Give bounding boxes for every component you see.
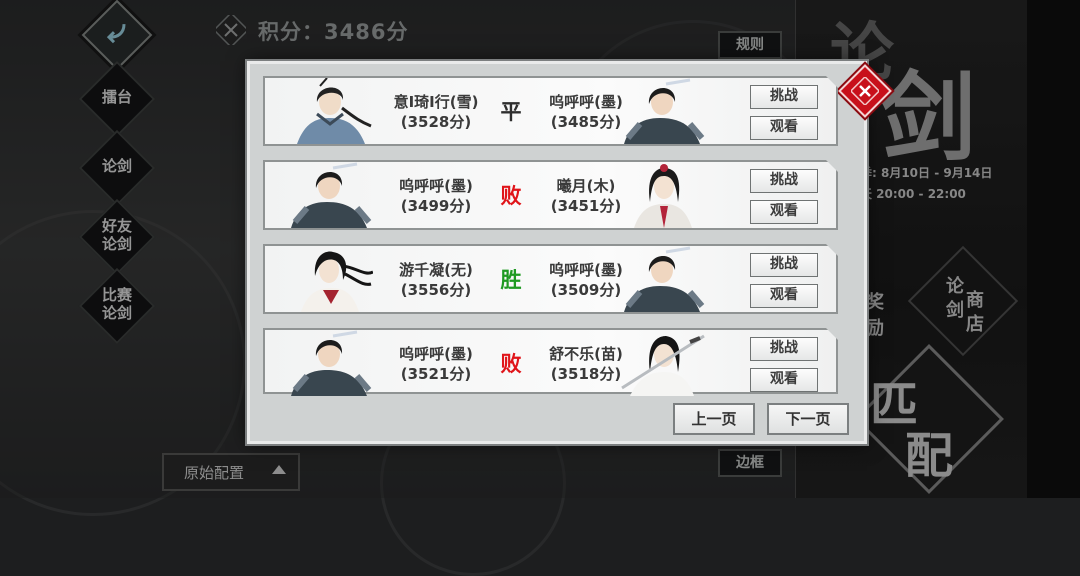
watch-button[interactable]: 观看 — [750, 284, 818, 308]
left-player-name: 游千凝(无) — [399, 261, 473, 279]
left-player-name: 意I琦I行(雪) — [393, 93, 479, 111]
prev-page-button[interactable]: 上一页 — [673, 403, 755, 435]
record-row: 呜呼呼(墨) (3499分) 败 曦月(木) (3451分) 挑战 观看 — [263, 160, 838, 230]
result-badge: 败 — [500, 184, 522, 208]
watch-button[interactable]: 观看 — [750, 116, 818, 140]
challenge-button[interactable]: 挑战 — [750, 169, 818, 193]
close-icon — [851, 77, 879, 105]
player-avatar — [297, 78, 372, 144]
challenge-button[interactable]: 挑战 — [750, 253, 818, 277]
left-player-name: 呜呼呼(墨) — [399, 345, 473, 363]
result-badge: 败 — [500, 352, 522, 376]
challenge-button[interactable]: 挑战 — [750, 85, 818, 109]
player-avatar — [624, 246, 705, 312]
next-page-button[interactable]: 下一页 — [767, 403, 849, 435]
watch-button[interactable]: 观看 — [750, 200, 818, 224]
player-avatar — [621, 334, 705, 396]
record-row: 呜呼呼(墨) (3521分) 败 舒不乐(苗) (3518分) 挑战 观看 — [263, 328, 838, 396]
challenge-button[interactable]: 挑战 — [750, 337, 818, 361]
result-badge: 平 — [500, 100, 522, 124]
record-row: 意I琦I行(雪) (3528分) 平 呜呼呼(墨) (3485分) 挑战 观看 — [263, 76, 838, 146]
player-avatar — [624, 78, 705, 144]
left-player-score: (3528分) — [400, 113, 472, 131]
player-avatar — [291, 330, 372, 396]
left-player-name: 呜呼呼(墨) — [399, 177, 473, 195]
left-player-score: (3556分) — [400, 281, 472, 299]
result-badge: 胜 — [500, 268, 522, 292]
player-avatar — [291, 162, 372, 228]
left-player-score: (3499分) — [400, 197, 472, 215]
left-player-score: (3521分) — [400, 365, 472, 383]
player-avatar — [634, 164, 692, 228]
watch-button[interactable]: 观看 — [750, 368, 818, 392]
player-avatar — [301, 251, 373, 312]
record-row: 游千凝(无) (3556分) 胜 呜呼呼(墨) (3509分) 挑战 观看 — [263, 244, 838, 314]
